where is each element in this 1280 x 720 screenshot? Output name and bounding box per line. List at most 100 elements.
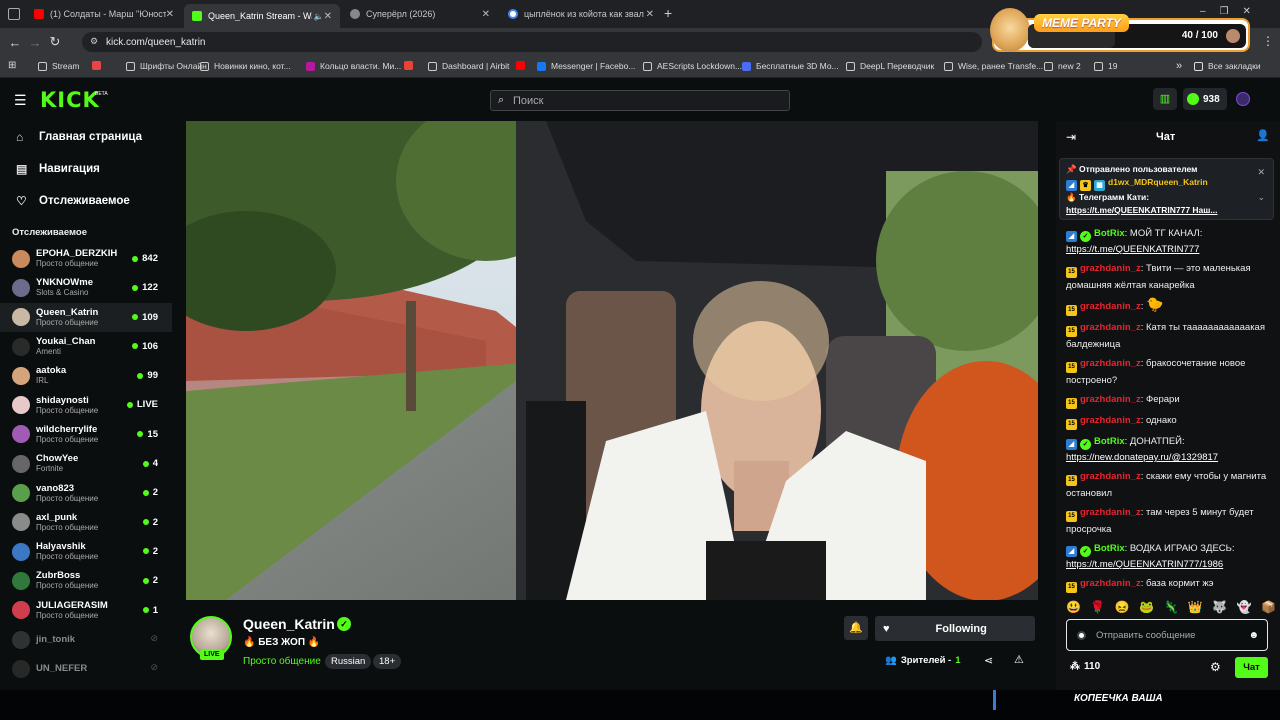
channel-name[interactable]: Queen_Katrin: [243, 616, 335, 632]
chat-badge-icon[interactable]: [1077, 630, 1086, 640]
browser-menu-icon[interactable]: ⋮: [1262, 34, 1274, 48]
bookmark-item[interactable]: DeepL Переводчик: [846, 61, 934, 71]
following-item[interactable]: ChowYee Fortnite 4: [0, 449, 172, 478]
apps-grid-icon[interactable]: ⊞: [8, 60, 16, 71]
new-tab-button[interactable]: +: [664, 5, 672, 21]
bookmark-item[interactable]: Stream: [38, 61, 79, 71]
chat-link[interactable]: https://t.me/QUEENKATRIN777/1986: [1066, 557, 1270, 572]
following-item[interactable]: Queen_Katrin Просто общение 109: [0, 302, 172, 332]
bookmark-item[interactable]: [516, 61, 530, 70]
chat-username[interactable]: grazhdanin_z: [1080, 358, 1141, 369]
chat-username[interactable]: grazhdanin_z: [1080, 263, 1141, 274]
following-item[interactable]: Halyavshik Просто общение 2: [0, 537, 172, 566]
chat-username[interactable]: BotRix: [1094, 228, 1125, 239]
chat-username[interactable]: grazhdanin_z: [1080, 394, 1141, 405]
following-item[interactable]: UN_NEFER ⊘: [0, 654, 172, 683]
user-avatar[interactable]: [1236, 92, 1250, 106]
pinned-message[interactable]: 📌 Отправлено пользователем ◢ ♛ ▦ d1wx_MDRqu…: [1059, 158, 1274, 220]
emoji-picker-icon[interactable]: ☻: [1248, 630, 1259, 641]
chat-username[interactable]: grazhdanin_z: [1080, 578, 1141, 589]
emote-button[interactable]: 👑: [1188, 600, 1203, 618]
browser-tab[interactable]: Суперёрл (2026) ✕: [342, 4, 498, 24]
following-item[interactable]: jin_tonik ⊘: [0, 625, 172, 654]
following-item[interactable]: YNKNOWme Slots & Casino 122: [0, 273, 172, 302]
reload-icon[interactable]: ↻: [45, 34, 65, 50]
close-tab-icon[interactable]: ✕: [324, 11, 332, 22]
unpin-icon[interactable]: ✕: [1257, 166, 1265, 179]
emote-button[interactable]: 🦎: [1164, 600, 1179, 618]
bookmark-item[interactable]: new 2: [1044, 61, 1081, 71]
back-icon[interactable]: ←: [5, 35, 25, 50]
collapse-chat-icon[interactable]: ⇥: [1066, 130, 1076, 144]
following-item[interactable]: vano823 Просто общение 2: [0, 478, 172, 507]
bookmark-item[interactable]: 19: [1094, 61, 1117, 71]
maximize-icon[interactable]: ❐: [1220, 6, 1243, 17]
expand-chevron-icon[interactable]: ⌄: [1257, 191, 1265, 204]
nav-browse[interactable]: ▤ Навигация: [0, 153, 172, 185]
speaker-icon[interactable]: 🔈: [314, 12, 324, 21]
close-window-icon[interactable]: ✕: [1243, 6, 1265, 17]
stream-category[interactable]: Просто общение: [243, 656, 321, 667]
chat-link[interactable]: https://t.me/QUEENKATRIN777: [1066, 242, 1270, 257]
bookmark-item[interactable]: [404, 61, 418, 70]
notification-bell-button[interactable]: 🔔: [844, 616, 868, 640]
browser-tab[interactable]: цыплёнок из койота как звали ✕: [500, 4, 662, 24]
bookmark-item[interactable]: AEScripts Lockdown...: [643, 61, 742, 71]
minimize-icon[interactable]: –: [1200, 6, 1220, 17]
kicks-balance[interactable]: 938: [1183, 88, 1227, 110]
more-bookmarks-icon[interactable]: »: [1176, 60, 1182, 72]
chat-username[interactable]: BotRix: [1094, 543, 1125, 554]
following-item[interactable]: shidaynosti Просто общение LIVE: [0, 390, 172, 419]
bookmark-item[interactable]: Шрифты Онлайн: [126, 61, 207, 71]
following-item[interactable]: EPOHA_DERZKIH Просто общение 842: [0, 244, 172, 273]
bookmark-item[interactable]: Бесплатные 3D Мо...: [742, 61, 839, 71]
video-player[interactable]: [186, 121, 1038, 600]
emote-button[interactable]: 🌹: [1090, 600, 1105, 618]
chat-users-icon[interactable]: 👤: [1256, 129, 1270, 142]
nav-home[interactable]: ⌂ Главная страница: [0, 121, 172, 153]
share-icon[interactable]: ⋖: [984, 654, 993, 667]
site-info-icon[interactable]: ⚙: [90, 36, 98, 47]
close-tab-icon[interactable]: ✕: [166, 9, 174, 20]
tab-search-icon[interactable]: [8, 8, 20, 20]
bookmark-item[interactable]: Кольцо власти. Ми...: [306, 61, 401, 71]
chat-link[interactable]: https://new.donatepay.ru/@1329817: [1066, 450, 1270, 465]
following-button[interactable]: ♥ Following: [875, 616, 1035, 641]
emote-button[interactable]: 📦: [1261, 600, 1276, 618]
forward-icon[interactable]: →: [25, 35, 45, 50]
bookmark-item[interactable]: Новинки кино, кот...: [200, 61, 291, 71]
emote-button[interactable]: 😖: [1115, 600, 1130, 618]
nav-following[interactable]: ♡ Отслеживаемое: [0, 185, 172, 217]
close-tab-icon[interactable]: ✕: [482, 9, 490, 20]
following-item[interactable]: aatoka IRL 99: [0, 361, 172, 390]
chat-settings-icon[interactable]: ⚙: [1210, 660, 1221, 674]
browser-tab[interactable]: (1) Солдаты - Марш "Юность ✕: [26, 4, 182, 24]
tag-language[interactable]: Russian: [325, 654, 372, 669]
chat-username[interactable]: grazhdanin_z: [1080, 507, 1141, 518]
all-bookmarks-folder[interactable]: Все закладки: [1194, 61, 1261, 71]
emote-button[interactable]: 🐺: [1212, 600, 1227, 618]
channel-points[interactable]: ⁂ 110: [1070, 661, 1100, 672]
search-input[interactable]: ⌕ Поиск: [490, 90, 790, 111]
bookmark-item[interactable]: Wise, ранее Transfe...: [944, 61, 1043, 71]
emote-button[interactable]: 👻: [1237, 600, 1252, 618]
following-item[interactable]: axl_punk Просто общение 2: [0, 508, 172, 537]
send-chat-button[interactable]: Чат: [1235, 657, 1268, 678]
following-item[interactable]: ZubrBoss Просто общение 2: [0, 566, 172, 595]
url-field[interactable]: ⚙ kick.com/queen_katrin: [82, 32, 982, 52]
tag-age[interactable]: 18+: [373, 654, 402, 669]
emote-button[interactable]: 😃: [1066, 600, 1081, 618]
bookmark-item[interactable]: Messenger | Facebo...: [537, 61, 635, 71]
upload-icon[interactable]: ▥: [1153, 88, 1177, 110]
report-icon[interactable]: ⚠: [1014, 653, 1024, 666]
bookmark-item[interactable]: Dashboard | Airbit: [428, 61, 509, 71]
emote-button[interactable]: 🐸: [1139, 600, 1154, 618]
following-item[interactable]: Youkai_Chan Amenti 106: [0, 332, 172, 361]
kick-logo[interactable]: KICK: [40, 88, 100, 112]
browser-tab-active[interactable]: Queen_Katrin Stream - Wat 🔈 ✕: [184, 4, 340, 28]
chat-username[interactable]: grazhdanin_z: [1080, 322, 1141, 333]
chat-username[interactable]: grazhdanin_z: [1080, 415, 1141, 426]
chat-username[interactable]: BotRix: [1094, 436, 1125, 447]
close-tab-icon[interactable]: ✕: [646, 9, 654, 20]
hamburger-menu-icon[interactable]: ☰: [14, 92, 27, 109]
